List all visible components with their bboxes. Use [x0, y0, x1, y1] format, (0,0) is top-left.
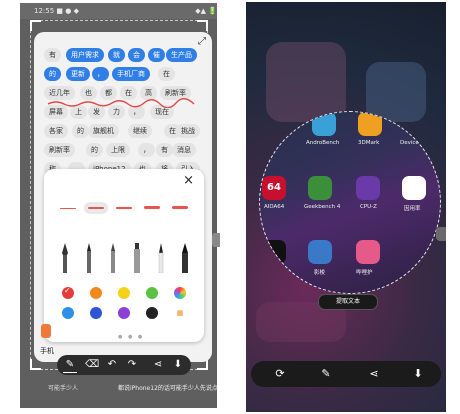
stroke-width-option-selected[interactable]: [84, 202, 108, 214]
status-icons: ◆▲ 🔋: [195, 7, 217, 15]
app-icon-geekbench[interactable]: [308, 176, 332, 200]
text-token[interactable]: 用户需求: [66, 48, 104, 62]
text-token[interactable]: 催: [148, 48, 165, 62]
background-caption: 可能手少人: [48, 385, 79, 392]
color-swatch-green[interactable]: [146, 287, 158, 299]
text-token[interactable]: 消息: [172, 143, 196, 157]
lasso-selection[interactable]: AndroBench 3DMark Device Info 64 AIDA64 …: [259, 111, 441, 294]
side-handle[interactable]: [436, 227, 446, 241]
color-picker-icon[interactable]: [174, 287, 186, 299]
text-token[interactable]: 旗舰机: [88, 124, 119, 138]
text-token[interactable]: 就: [108, 48, 125, 62]
crop-corner-top-left[interactable]: [30, 20, 41, 31]
more-colors-icon[interactable]: ▦: [174, 307, 186, 319]
background-text: 手机: [40, 347, 54, 355]
app-label: Device Info: [400, 140, 431, 146]
stroke-width-option[interactable]: [56, 202, 80, 214]
text-token[interactable]: 手机厂商: [112, 67, 150, 81]
status-bar: 12:55 ■ ● ◆ ◆▲ 🔋: [20, 3, 217, 19]
pen-icon[interactable]: [84, 243, 94, 273]
text-token[interactable]: 挑战: [176, 124, 200, 138]
app-icon-qq[interactable]: [262, 240, 286, 264]
app-icon-bilibili[interactable]: [356, 240, 380, 264]
save-icon[interactable]: ⬇: [411, 367, 425, 381]
extract-text-button[interactable]: 提取文本: [318, 294, 378, 310]
text-token[interactable]: 生产品: [166, 48, 197, 62]
app-icon-aida64[interactable]: 64: [262, 176, 286, 200]
crop-corner-top-right[interactable]: [197, 20, 208, 31]
handwriting-stroke: [47, 98, 195, 108]
brush-icon[interactable]: [156, 243, 166, 273]
text-token[interactable]: ，: [138, 143, 155, 157]
marker-icon[interactable]: [132, 243, 142, 273]
app-icon: [41, 324, 51, 338]
stroke-width-option[interactable]: [112, 202, 136, 214]
edit-toolbar: ⟳ ✎ ⋖ ⬇: [251, 361, 441, 387]
app-label: AndroBench: [306, 140, 340, 146]
undo-icon[interactable]: ↶: [105, 358, 119, 372]
app-icon-telegram[interactable]: [308, 240, 332, 264]
text-token[interactable]: 继续: [128, 124, 152, 138]
expand-icon[interactable]: ⤢: [198, 36, 206, 47]
save-icon[interactable]: ⬇: [171, 358, 185, 372]
app-icon-usage[interactable]: [402, 176, 426, 200]
text-token[interactable]: 在: [158, 67, 175, 81]
blurred-app: [266, 42, 346, 122]
background-caption: 都说iPhone12的话可能手少人先说点的话: [118, 385, 217, 392]
drawing-tool-panel: × ▦ ● ● ●: [44, 169, 204, 342]
text-token[interactable]: 的: [44, 67, 61, 81]
color-swatch-light-blue[interactable]: [62, 307, 74, 319]
page-indicator: ● ● ●: [118, 334, 145, 340]
side-handle[interactable]: [212, 233, 220, 247]
text-token[interactable]: 上限: [106, 143, 130, 157]
share-icon[interactable]: ⋖: [151, 358, 165, 372]
app-label: AIDA64: [264, 204, 285, 210]
text-token[interactable]: 有: [44, 48, 61, 62]
app-icon-androbench[interactable]: [312, 112, 336, 136]
share-icon[interactable]: ⋖: [367, 367, 381, 381]
color-swatch-yellow[interactable]: [118, 287, 130, 299]
pen-tool-icon[interactable]: ✎: [319, 367, 333, 381]
app-label: Geekbench 4: [304, 204, 341, 210]
stroke-width-option[interactable]: [168, 202, 192, 214]
stroke-width-option[interactable]: [140, 202, 164, 214]
crop-icon[interactable]: ⟳: [273, 367, 287, 381]
eraser-icon[interactable]: ⌫: [85, 358, 99, 372]
text-token[interactable]: 更新: [66, 67, 90, 81]
app-icon-3dmark[interactable]: [358, 112, 382, 136]
app-icon-cpuz[interactable]: [356, 176, 380, 200]
text-token[interactable]: ，: [92, 67, 109, 81]
app-label: CPU-Z: [360, 204, 377, 210]
text-token[interactable]: 的: [86, 143, 103, 157]
color-swatch-purple[interactable]: [118, 307, 130, 319]
app-label: 哔哩护: [356, 270, 373, 276]
app-label: 因用率: [404, 206, 421, 212]
highlighter-icon[interactable]: [180, 243, 190, 273]
redo-icon[interactable]: ↷: [125, 358, 139, 372]
text-token[interactable]: 各家: [44, 124, 68, 138]
text-token[interactable]: 会: [128, 48, 145, 62]
color-swatch-orange[interactable]: [90, 287, 102, 299]
edit-toolbar: ✎ ⌫ ↶ ↷ ⋖ ⬇: [57, 355, 191, 375]
close-button[interactable]: ×: [183, 173, 194, 188]
text-token[interactable]: 刷新率: [44, 143, 75, 157]
text-token[interactable]: 的: [72, 124, 89, 138]
text-token[interactable]: 有: [156, 143, 173, 157]
pencil-icon[interactable]: [108, 243, 118, 273]
app-label: 影梭: [314, 270, 326, 276]
app-label: 3DMark: [358, 140, 380, 146]
color-swatch-blue[interactable]: [90, 307, 102, 319]
fountain-pen-icon[interactable]: [60, 243, 70, 273]
color-swatch-black[interactable]: [146, 307, 158, 319]
right-phone-screenshot: AndroBench 3DMark Device Info 64 AIDA64 …: [246, 2, 446, 412]
pen-tool-icon[interactable]: ✎: [63, 358, 77, 373]
color-swatch-red-selected[interactable]: [62, 286, 74, 299]
status-time: 12:55 ■ ● ◆: [34, 7, 79, 15]
